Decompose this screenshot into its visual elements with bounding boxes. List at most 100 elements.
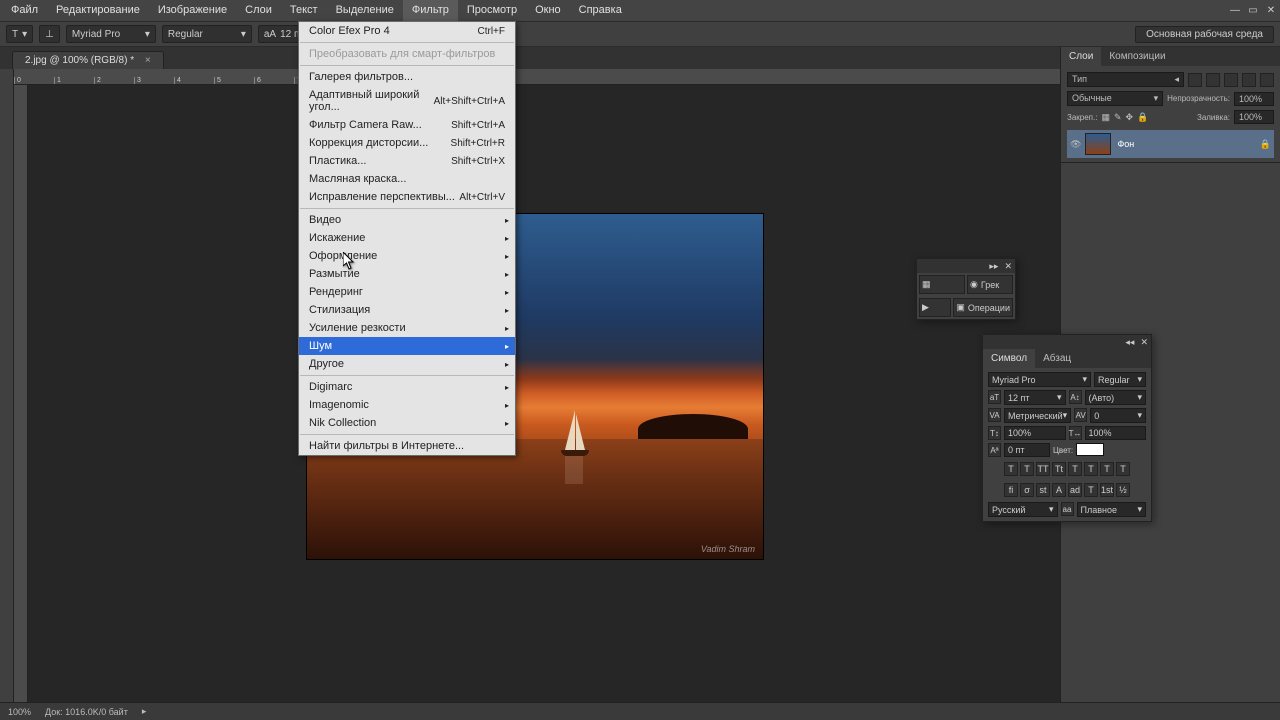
menu-filter[interactable]: Фильтр — [403, 0, 458, 21]
menu-item-digimarc[interactable]: Digimarc▸ — [299, 378, 515, 396]
menu-item-last-filter[interactable]: Color Efex Pro 4Ctrl+F — [299, 22, 515, 40]
doc-tab-active[interactable]: 2.jpg @ 100% (RGB/8) * × — [12, 51, 164, 69]
menu-item-distort[interactable]: Искажение▸ — [299, 229, 515, 247]
char-kerning[interactable]: 0▾ — [1090, 408, 1146, 423]
fill-field[interactable]: 100% — [1234, 110, 1274, 124]
doc-info[interactable]: Док: 1016.0K/0 байт — [45, 707, 128, 717]
ot-swash[interactable]: A — [1052, 483, 1066, 497]
ot-titling[interactable]: T — [1084, 483, 1098, 497]
menu-item-noise[interactable]: Шум▸ — [299, 337, 515, 355]
menu-item-oil-paint[interactable]: Масляная краска... — [299, 170, 515, 188]
action-btn-left2[interactable]: ▶ — [919, 298, 951, 317]
workspace-label[interactable]: Основная рабочая среда — [1135, 26, 1274, 43]
menu-help[interactable]: Справка — [570, 0, 631, 21]
char-leading[interactable]: (Авто)▾ — [1085, 390, 1147, 405]
style-sub[interactable]: T — [1084, 462, 1098, 476]
layer-thumbnail[interactable] — [1085, 133, 1111, 155]
menu-item-render[interactable]: Рендеринг▸ — [299, 283, 515, 301]
style-underline[interactable]: T — [1100, 462, 1114, 476]
close-icon[interactable]: ✕ — [1262, 0, 1280, 21]
filter-text-icon[interactable] — [1224, 73, 1238, 87]
action-btn-ops[interactable]: ▣ Операции — [953, 298, 1013, 317]
char-baseline[interactable]: 0 пт — [1004, 443, 1050, 457]
menu-item-vanishing-point[interactable]: Исправление перспективы...Alt+Ctrl+V — [299, 188, 515, 206]
menu-item-camera-raw[interactable]: Фильтр Camera Raw...Shift+Ctrl+A — [299, 116, 515, 134]
info-arrow-icon[interactable]: ▸ — [142, 706, 147, 717]
menu-item-lens-correction[interactable]: Коррекция дисторсии...Shift+Ctrl+R — [299, 134, 515, 152]
style-italic[interactable]: T — [1020, 462, 1034, 476]
tab-character[interactable]: Символ — [983, 349, 1035, 368]
char-size[interactable]: 12 пт▾ — [1004, 390, 1066, 405]
menu-view[interactable]: Просмотр — [458, 0, 526, 21]
menu-item-video[interactable]: Видео▸ — [299, 211, 515, 229]
char-antialias[interactable]: Плавное▾ — [1077, 502, 1147, 517]
char-font-style[interactable]: Regular▾ — [1094, 372, 1146, 387]
menu-item-other[interactable]: Другое▸ — [299, 355, 515, 373]
char-language[interactable]: Русский▾ — [988, 502, 1058, 517]
blend-mode[interactable]: Обычные▾ — [1067, 91, 1163, 106]
layer-row[interactable]: 👁 Фон 🔒 — [1067, 130, 1274, 158]
char-color-swatch[interactable] — [1076, 443, 1104, 456]
font-family-select[interactable]: Myriad Pro▾ — [66, 25, 156, 43]
ot-discretionary[interactable]: st — [1036, 483, 1050, 497]
menu-item-pixelate[interactable]: Оформление▸ — [299, 247, 515, 265]
style-strike[interactable]: T — [1116, 462, 1130, 476]
filter-pixel-icon[interactable] — [1188, 73, 1202, 87]
lock-paint-icon[interactable]: ✎ — [1114, 112, 1122, 123]
menu-window[interactable]: Окно — [526, 0, 570, 21]
menu-image[interactable]: Изображение — [149, 0, 236, 21]
style-smallcaps[interactable]: Tt — [1052, 462, 1066, 476]
char-hscale[interactable]: 100% — [1085, 426, 1147, 440]
opacity-field[interactable]: 100% — [1234, 92, 1274, 106]
tab-paragraph[interactable]: Абзац — [1035, 349, 1079, 368]
tool-preset[interactable]: T▾ — [6, 25, 33, 43]
menu-item-filter-gallery[interactable]: Галерея фильтров... — [299, 68, 515, 86]
filter-shape-icon[interactable] — [1242, 73, 1256, 87]
menu-item-adaptive-wide[interactable]: Адаптивный широкий угол...Alt+Shift+Ctrl… — [299, 86, 515, 116]
lock-move-icon[interactable]: ✥ — [1126, 112, 1134, 123]
ot-contextual[interactable]: σ — [1020, 483, 1034, 497]
action-btn-left[interactable]: ▦ — [919, 275, 965, 294]
ot-stylistic[interactable]: ad — [1068, 483, 1082, 497]
close-icon[interactable]: × — [145, 55, 151, 66]
visibility-icon[interactable]: 👁 — [1070, 139, 1081, 150]
lock-all-icon[interactable]: 🔒 — [1137, 112, 1148, 123]
ot-ordinals[interactable]: 1st — [1100, 483, 1114, 497]
collapse-icon[interactable]: ▸▸ — [989, 261, 998, 272]
char-tracking[interactable]: Метрический▾ — [1004, 408, 1071, 423]
tab-comps[interactable]: Композиции — [1101, 47, 1173, 66]
menu-item-nik[interactable]: Nik Collection▸ — [299, 414, 515, 432]
style-caps[interactable]: TT — [1036, 462, 1050, 476]
menu-select[interactable]: Выделение — [327, 0, 403, 21]
style-super[interactable]: T — [1068, 462, 1082, 476]
collapse-icon[interactable]: ◂◂ — [1125, 337, 1134, 348]
canvas[interactable]: Vadim Shram — [30, 87, 1058, 700]
ot-lig[interactable]: fi — [1004, 483, 1018, 497]
font-style-select[interactable]: Regular▾ — [162, 25, 252, 43]
lock-transparent-icon[interactable]: ▦ — [1101, 112, 1110, 123]
menu-item-filters-online[interactable]: Найти фильтры в Интернете... — [299, 437, 515, 455]
filter-smart-icon[interactable] — [1260, 73, 1274, 87]
close-icon[interactable]: ✕ — [1004, 261, 1012, 272]
menu-text[interactable]: Текст — [281, 0, 327, 21]
menu-item-imagenomic[interactable]: Imagenomic▸ — [299, 396, 515, 414]
minimize-icon[interactable]: — — [1226, 0, 1244, 21]
menu-item-sharpen[interactable]: Усиление резкости▸ — [299, 319, 515, 337]
style-bold[interactable]: T — [1004, 462, 1018, 476]
orientation-toggle[interactable]: ⊥ — [39, 25, 60, 43]
char-font-family[interactable]: Myriad Pro▾ — [988, 372, 1091, 387]
menu-item-blur[interactable]: Размытие▸ — [299, 265, 515, 283]
menu-edit[interactable]: Редактирование — [47, 0, 149, 21]
maximize-icon[interactable]: ▭ — [1244, 0, 1262, 21]
ot-fractions[interactable]: ½ — [1116, 483, 1130, 497]
char-vscale[interactable]: 100% — [1004, 426, 1066, 440]
menu-item-stylize[interactable]: Стилизация▸ — [299, 301, 515, 319]
zoom-value[interactable]: 100% — [8, 707, 31, 717]
action-btn-grek[interactable]: ◉ Грек — [967, 275, 1013, 294]
tools-strip[interactable] — [0, 69, 14, 702]
menu-item-liquify[interactable]: Пластика...Shift+Ctrl+X — [299, 152, 515, 170]
filter-type[interactable]: Тип◂ — [1067, 72, 1184, 87]
tab-layers[interactable]: Слои — [1061, 47, 1101, 66]
close-icon[interactable]: ✕ — [1140, 337, 1148, 348]
menu-layers[interactable]: Слои — [236, 0, 281, 21]
